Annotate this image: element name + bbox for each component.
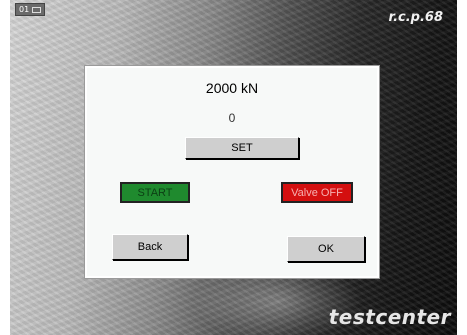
brand-logo: testcenter bbox=[328, 305, 451, 329]
screen-id-badge: 01 bbox=[15, 3, 46, 16]
keyboard-icon bbox=[32, 6, 42, 13]
back-button[interactable]: Back bbox=[112, 234, 188, 260]
force-value: 0 bbox=[228, 111, 236, 125]
force-title: 2000 kN bbox=[205, 80, 259, 96]
screen-id-number: 01 bbox=[19, 5, 30, 14]
hmi-screen: 01 r.c.p.68 2000 kN 0 SET START Valve OF… bbox=[10, 0, 457, 335]
valve-off-button[interactable]: Valve OFF bbox=[281, 182, 353, 203]
force-dialog: 2000 kN 0 SET START Valve OFF Back OK bbox=[85, 66, 379, 278]
ok-button[interactable]: OK bbox=[287, 236, 365, 262]
set-button[interactable]: SET bbox=[185, 137, 299, 159]
machine-code: r.c.p.68 bbox=[388, 10, 443, 25]
start-button[interactable]: START bbox=[120, 182, 190, 203]
